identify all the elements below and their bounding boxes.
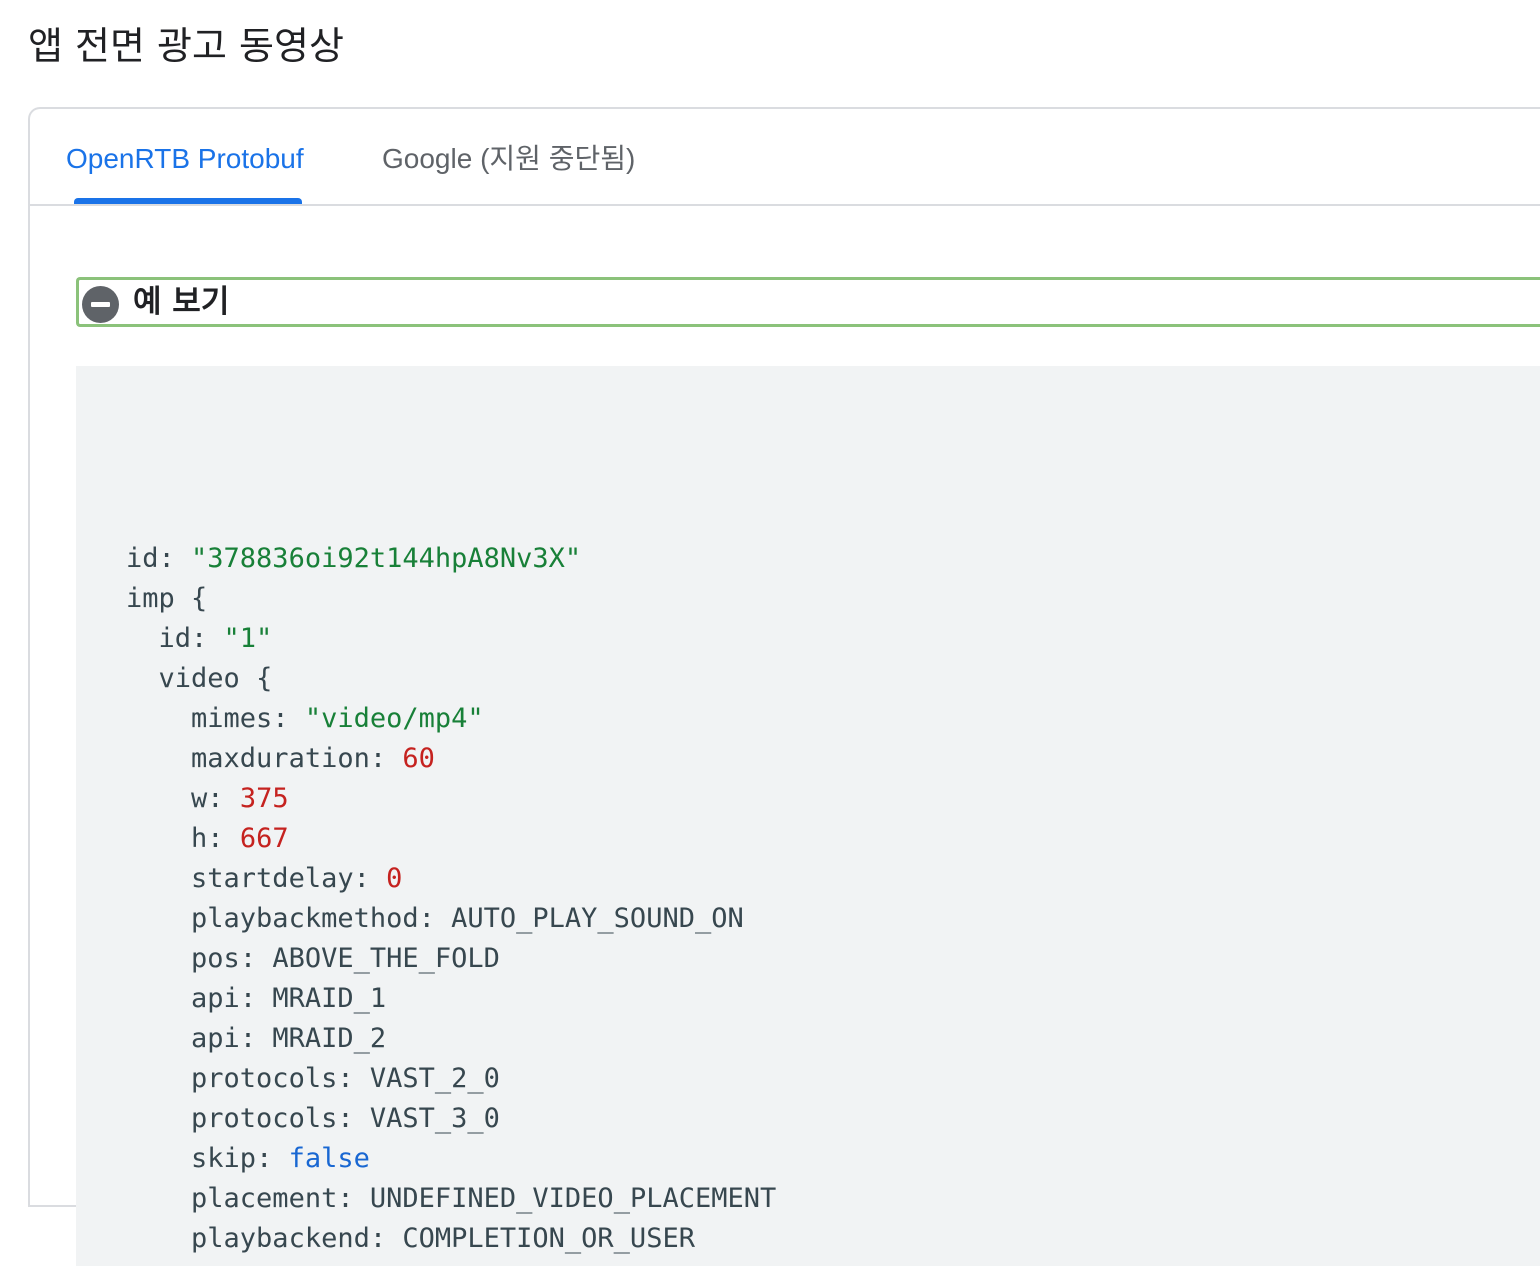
code-key: id xyxy=(126,543,159,574)
example-expander[interactable]: 예 보기 xyxy=(76,277,1540,327)
code-value: VAST_3_0 xyxy=(369,1103,500,1134)
code-value: ABOVE_THE_FOLD xyxy=(272,943,500,974)
code-line: w: 375 xyxy=(126,779,289,819)
code-key: w xyxy=(191,783,208,814)
code-value: "video/mp4" xyxy=(304,703,484,734)
code-key: imp xyxy=(126,583,175,614)
code-separator xyxy=(240,663,256,694)
code-line: playbackend: COMPLETION_OR_USER xyxy=(126,1219,695,1259)
code-value: COMPLETION_OR_USER xyxy=(402,1223,695,1254)
code-value: MRAID_2 xyxy=(272,1023,387,1054)
code-key: api xyxy=(191,1023,240,1054)
tab-panel: OpenRTB Protobuf Google (지원 중단됨) 예 보기 id… xyxy=(28,107,1540,1266)
code-value: { xyxy=(191,583,208,614)
code-value: 667 xyxy=(239,823,289,854)
code-separator: : xyxy=(239,1023,273,1054)
code-line: maxduration: 60 xyxy=(126,739,435,779)
code-separator: : xyxy=(369,743,403,774)
code-line: protocols: VAST_2_0 xyxy=(126,1059,500,1099)
code-line: h: 667 xyxy=(126,819,289,859)
code-separator: : xyxy=(418,903,452,934)
tab-openrtb-protobuf[interactable]: OpenRTB Protobuf xyxy=(66,139,304,179)
code-line: startdelay: 0 xyxy=(126,859,402,899)
code-separator: : xyxy=(337,1063,370,1094)
code-key: placement xyxy=(191,1183,338,1214)
code-separator: : xyxy=(191,623,224,654)
code-line: pos: ABOVE_THE_FOLD xyxy=(126,939,500,979)
code-line: mimes: "video/mp4" xyxy=(126,699,484,739)
code-separator: : xyxy=(337,1183,370,1214)
code-line: imp { xyxy=(126,579,207,619)
code-separator: : xyxy=(239,983,273,1014)
code-key: api xyxy=(191,983,240,1014)
code-value: UNDEFINED_VIDEO_PLACEMENT xyxy=(369,1183,777,1214)
code-value: false xyxy=(288,1143,370,1174)
code-value: VAST_2_0 xyxy=(369,1063,500,1094)
code-separator xyxy=(175,583,191,614)
code-line: skip: false xyxy=(126,1139,370,1179)
collapse-minus-icon[interactable] xyxy=(82,286,119,323)
code-line: api: MRAID_1 xyxy=(126,979,386,1019)
tab-google-deprecated[interactable]: Google (지원 중단됨) xyxy=(382,139,635,179)
active-tab-indicator xyxy=(74,198,302,204)
code-key: playbackmethod xyxy=(191,903,419,934)
code-separator: : xyxy=(369,1223,403,1254)
code-line: id: "1" xyxy=(126,619,273,659)
page-title: 앱 전면 광고 동영상 xyxy=(28,24,344,68)
code-separator: : xyxy=(158,543,192,574)
code-separator: : xyxy=(207,783,240,814)
code-value: MRAID_1 xyxy=(272,983,387,1014)
code-key: maxduration xyxy=(191,743,370,774)
code-value: "378836oi92t144hpA8Nv3X" xyxy=(191,543,582,574)
code-separator: : xyxy=(272,703,305,734)
code-key: video xyxy=(158,663,240,694)
code-key: pos xyxy=(191,943,240,974)
code-line: api: MRAID_2 xyxy=(126,1019,386,1059)
code-value: 60 xyxy=(402,743,435,774)
code-key: protocols xyxy=(191,1063,338,1094)
code-line: video { xyxy=(126,659,273,699)
tab-bar: OpenRTB Protobuf Google (지원 중단됨) xyxy=(30,109,1540,206)
code-separator: : xyxy=(207,823,240,854)
code-key: mimes xyxy=(191,703,273,734)
code-value: 0 xyxy=(386,863,403,894)
code-line: protocols: VAST_3_0 xyxy=(126,1099,500,1139)
code-key: id xyxy=(158,623,192,654)
code-key: protocols xyxy=(191,1103,338,1134)
code-line: id: "378836oi92t144hpA8Nv3X" xyxy=(126,539,581,579)
example-expander-label: 예 보기 xyxy=(133,284,230,320)
code-value: 375 xyxy=(239,783,289,814)
code-value: { xyxy=(256,663,273,694)
code-key: skip xyxy=(191,1143,257,1174)
code-key: playbackend xyxy=(191,1223,370,1254)
code-value: "1" xyxy=(223,623,273,654)
code-separator: : xyxy=(256,1143,289,1174)
code-block: id: "378836oi92t144hpA8Nv3X" imp { id: "1… xyxy=(76,366,1540,1266)
code-key: h xyxy=(191,823,208,854)
code-separator: : xyxy=(239,943,273,974)
code-line: playbackmethod: AUTO_PLAY_SOUND_ON xyxy=(126,899,744,939)
code-separator: : xyxy=(353,863,387,894)
code-key: startdelay xyxy=(191,863,354,894)
code-value: AUTO_PLAY_SOUND_ON xyxy=(451,903,744,934)
code-separator: : xyxy=(337,1103,370,1134)
code-line: placement: UNDEFINED_VIDEO_PLACEMENT xyxy=(126,1179,776,1219)
